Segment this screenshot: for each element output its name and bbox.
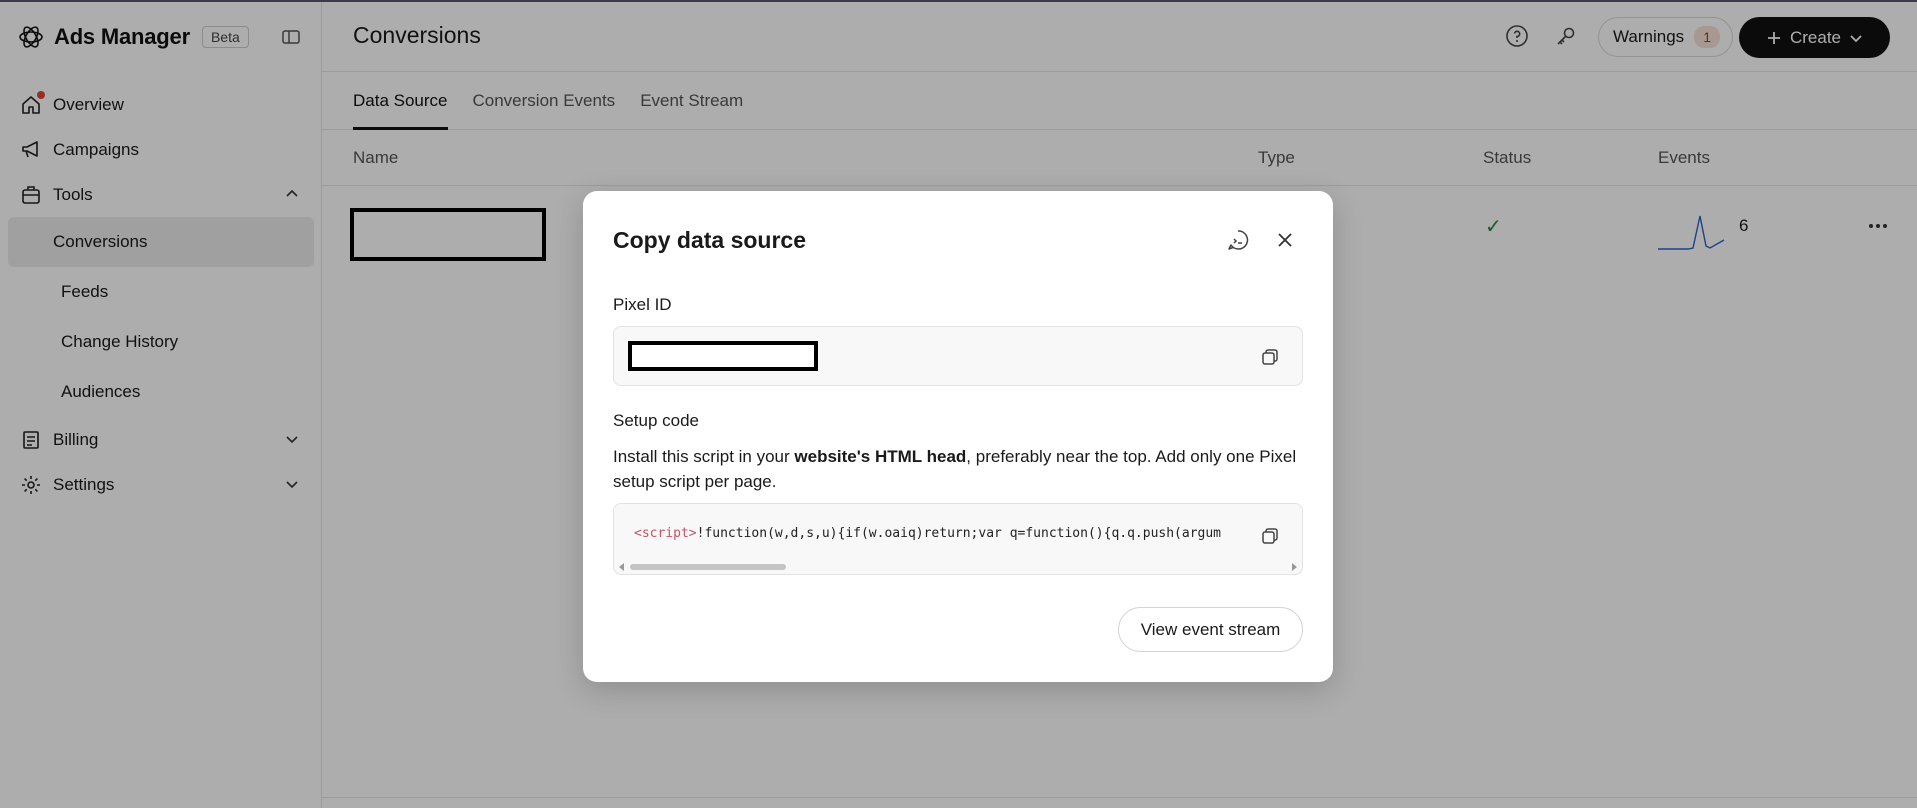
copy-icon[interactable] xyxy=(1260,526,1280,546)
pixel-id-label: Pixel ID xyxy=(613,295,672,314)
copy-icon[interactable] xyxy=(1260,347,1280,367)
redacted-pixel-id xyxy=(628,341,818,371)
scroll-left-icon[interactable] xyxy=(618,563,626,571)
setup-code-label: Setup code xyxy=(613,411,700,430)
feedback-icon[interactable] xyxy=(1227,229,1249,251)
setup-description: Install this script in your website's HT… xyxy=(613,444,1303,494)
top-border xyxy=(0,0,1917,2)
setup-code-text: <script>!function(w,d,s,u){if(w.oaiq)ret… xyxy=(634,526,1254,541)
code-tag: <script> xyxy=(634,526,697,541)
view-event-stream-button[interactable]: View event stream xyxy=(1118,607,1303,652)
pixel-id-field[interactable] xyxy=(613,326,1303,386)
desc-bold-text: website's HTML head xyxy=(794,447,967,466)
code-body: !function(w,d,s,u){if(w.oaiq)return;var … xyxy=(696,526,1222,541)
horizontal-scrollbar[interactable] xyxy=(618,562,1298,572)
copy-data-source-dialog: Copy data source Pixel ID Setup code Ins… xyxy=(583,191,1333,682)
setup-code-block[interactable]: <script>!function(w,d,s,u){if(w.oaiq)ret… xyxy=(613,503,1303,575)
close-icon[interactable] xyxy=(1274,229,1296,251)
scrollbar-thumb[interactable] xyxy=(630,564,786,570)
dialog-title: Copy data source xyxy=(613,227,806,253)
desc-text: Install this script in your xyxy=(613,447,795,466)
scroll-right-icon[interactable] xyxy=(1290,563,1298,571)
